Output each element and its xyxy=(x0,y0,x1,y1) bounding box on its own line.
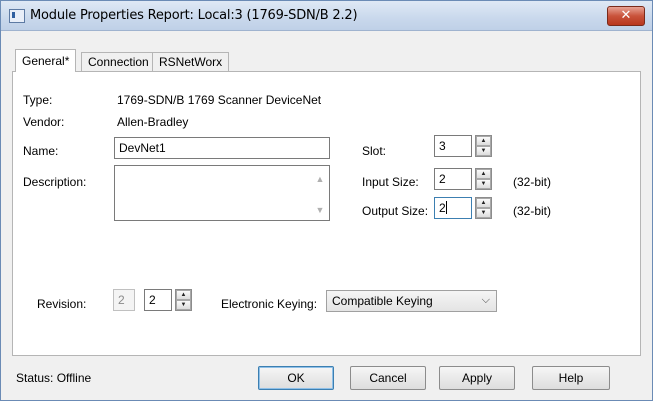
tab-connection[interactable]: Connection xyxy=(81,52,156,71)
vendor-label: Vendor: xyxy=(23,115,65,129)
input-size-input[interactable]: 2 xyxy=(434,168,472,190)
description-label: Description: xyxy=(23,175,87,189)
scroll-down-icon[interactable]: ▼ xyxy=(315,206,325,215)
output-size-input[interactable]: 2 xyxy=(434,197,472,219)
electronic-keying-select[interactable]: Compatible Keying ⌵ xyxy=(326,290,497,312)
title-bar[interactable]: Module Properties Report: Local:3 (1769-… xyxy=(1,1,652,31)
name-input[interactable]: DevNet1 xyxy=(114,137,330,159)
tab-rsnetworx[interactable]: RSNetWorx xyxy=(152,52,230,71)
revision-down-icon[interactable]: ▼ xyxy=(176,300,191,310)
revision-minor-input[interactable]: 2 xyxy=(144,289,172,311)
slot-down-icon[interactable]: ▼ xyxy=(476,146,491,156)
type-label: Type: xyxy=(23,93,53,107)
input-size-spinner: ▲ ▼ xyxy=(475,168,492,190)
input-size-down-icon[interactable]: ▼ xyxy=(476,179,491,189)
output-size-up-icon[interactable]: ▲ xyxy=(476,198,491,208)
module-properties-window: Module Properties Report: Local:3 (1769-… xyxy=(0,0,653,401)
output-size-down-icon[interactable]: ▼ xyxy=(476,208,491,218)
electronic-keying-label: Electronic Keying: xyxy=(221,297,318,311)
status-value: Offline xyxy=(56,371,92,385)
input-size-unit: (32-bit) xyxy=(513,175,552,189)
slot-spinner: ▲ ▼ xyxy=(475,135,492,157)
revision-spinner: ▲ ▼ xyxy=(175,289,192,311)
window-title: Module Properties Report: Local:3 (1769-… xyxy=(30,8,358,23)
tab-general[interactable]: General* xyxy=(15,49,77,72)
output-size-value: 2 xyxy=(439,201,446,215)
slot-label: Slot: xyxy=(362,144,387,158)
description-textarea[interactable]: ▲ ▼ xyxy=(114,165,330,221)
type-value: 1769-SDN/B 1769 Scanner DeviceNet xyxy=(117,93,322,107)
vendor-value: Allen-Bradley xyxy=(117,115,189,129)
text-caret xyxy=(445,201,447,214)
revision-up-icon[interactable]: ▲ xyxy=(176,290,191,300)
slot-input[interactable]: 3 xyxy=(434,135,472,157)
output-size-label: Output Size: xyxy=(362,204,429,218)
cancel-button[interactable]: Cancel xyxy=(350,366,426,390)
name-label: Name: xyxy=(23,144,59,158)
status-label: Status: xyxy=(16,371,54,385)
input-size-label: Input Size: xyxy=(362,175,419,189)
electronic-keying-value: Compatible Keying xyxy=(332,294,433,308)
apply-button[interactable]: Apply xyxy=(439,366,515,390)
help-button[interactable]: Help xyxy=(532,366,610,390)
output-size-spinner: ▲ ▼ xyxy=(475,197,492,219)
status-bar: Status: Offline xyxy=(16,371,91,385)
ok-button[interactable]: OK xyxy=(258,366,334,390)
close-button[interactable]: ✕ xyxy=(607,6,645,26)
chevron-down-icon: ⌵ xyxy=(481,294,490,306)
revision-label: Revision: xyxy=(37,297,87,311)
output-size-unit: (32-bit) xyxy=(513,204,552,218)
window-icon xyxy=(9,9,25,23)
slot-up-icon[interactable]: ▲ xyxy=(476,136,491,146)
revision-major-field: 2 xyxy=(113,289,135,311)
scroll-up-icon[interactable]: ▲ xyxy=(315,175,325,184)
input-size-up-icon[interactable]: ▲ xyxy=(476,169,491,179)
